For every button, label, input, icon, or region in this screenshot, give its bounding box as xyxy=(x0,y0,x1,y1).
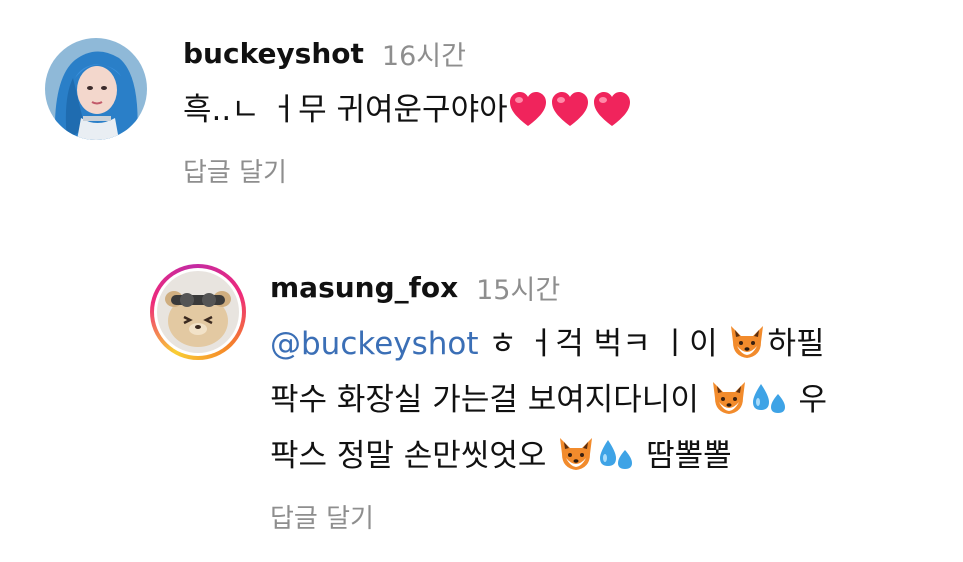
hearts-emoji-group xyxy=(508,90,632,128)
comment-text: 흑..ㄴ ㅓ무 귀여운구야아 xyxy=(183,82,945,138)
story-ring[interactable] xyxy=(150,264,246,360)
heart-emoji xyxy=(593,92,630,126)
mention-link[interactable]: @buckeyshot xyxy=(270,326,479,362)
comment-body-part: 우 xyxy=(788,382,828,418)
comment-body-part: 팍수 화장실 가는걸 보여지다니이 xyxy=(270,382,709,418)
fox-emoji xyxy=(560,438,593,470)
comment-text: @buckeyshot ㅎ ㅓ걱 벅ㅋ ㅣ이 하필 팍수 화장실 가는걸 보여지… xyxy=(270,316,940,484)
comment-body: 흑..ㄴ ㅓ무 귀여운구야아 xyxy=(183,92,508,128)
comment-body-part: 팍스 정말 손만씻엇오 xyxy=(270,438,557,474)
timestamp: 16시간 xyxy=(381,40,466,72)
reply-button[interactable]: 답글 달기 xyxy=(270,498,374,535)
sweat-droplets-emoji xyxy=(752,384,785,413)
username[interactable]: masung_fox xyxy=(270,271,458,304)
avatar-masung-fox[interactable] xyxy=(157,271,239,353)
fox-emoji xyxy=(731,326,764,358)
fox-emoji xyxy=(712,382,745,414)
heart-emoji xyxy=(509,92,546,126)
comment-body-part: 하필 xyxy=(767,326,825,362)
sweat-droplets-emoji xyxy=(600,440,633,469)
heart-emoji xyxy=(551,92,588,126)
timestamp: 15시간 xyxy=(476,274,561,306)
reply-button[interactable]: 답글 달기 xyxy=(183,152,287,189)
comment-body-part: 땀뽈뽈 xyxy=(636,438,732,474)
comment-body-part: ㅎ ㅓ걱 벅ㅋ ㅣ이 xyxy=(478,326,728,362)
avatar-buckeyshot[interactable] xyxy=(45,38,147,140)
username[interactable]: buckeyshot xyxy=(183,37,364,70)
